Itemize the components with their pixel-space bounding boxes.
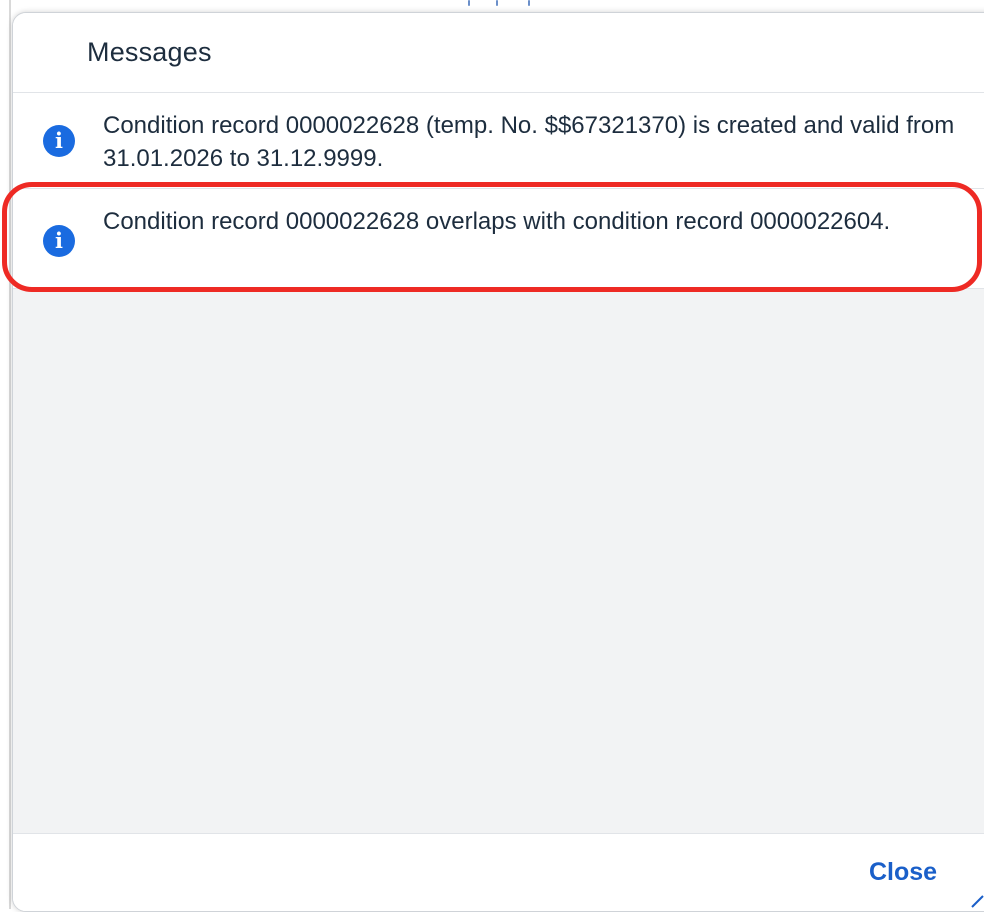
dialog-title: Messages [87, 37, 212, 67]
message-text: Condition record 0000022628 overlaps wit… [103, 208, 891, 235]
message-text: Condition record 0000022628 (temp. No. $… [103, 112, 955, 172]
close-button[interactable]: Close [863, 854, 943, 891]
dialog-header: Messages [13, 13, 984, 93]
message-item[interactable]: i Condition record 0000022628 overlaps w… [13, 189, 984, 289]
background-edge [9, 0, 11, 909]
message-list: i Condition record 0000022628 (temp. No.… [13, 93, 984, 833]
info-icon: i [43, 125, 75, 157]
dialog-footer: Close [13, 833, 984, 911]
messages-dialog: Messages i Condition record 0000022628 (… [12, 12, 984, 912]
resize-handle-icon[interactable] [970, 894, 984, 908]
background-toolbar-fragment [450, 0, 560, 8]
message-item[interactable]: i Condition record 0000022628 (temp. No.… [13, 93, 984, 189]
info-icon: i [43, 225, 75, 257]
